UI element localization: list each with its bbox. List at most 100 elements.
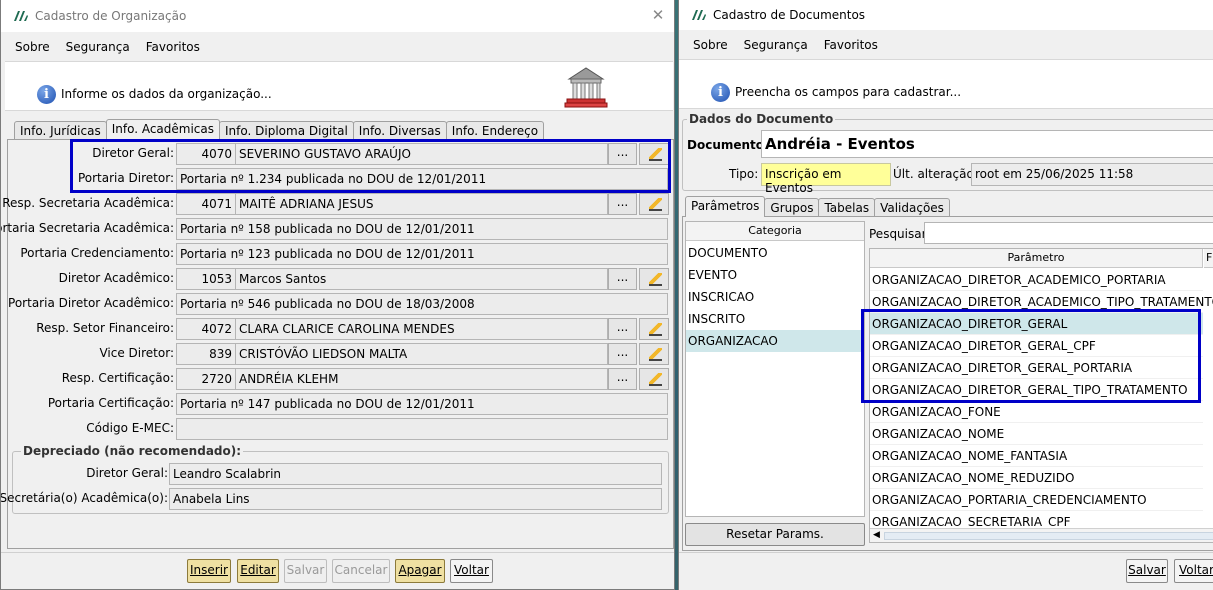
window-title: Cadastro de Organização xyxy=(35,9,187,23)
horizontal-scrollbar[interactable]: ◀ xyxy=(870,528,1213,542)
depreciado-diretor-field[interactable]: Leandro Scalabrin xyxy=(169,463,662,485)
row-portaria-secretaria: Portaria Secretaria Acadêmica: Portaria … xyxy=(1,218,673,240)
diretor-geral-name[interactable]: SEVERINO GUSTAVO ARAÚJO xyxy=(235,143,608,165)
pesquisar-input[interactable] xyxy=(924,222,1213,244)
diretor-academico-search-button[interactable]: ... xyxy=(608,268,637,290)
parametro-row[interactable]: ORGANIZACAO_NOME xyxy=(870,423,1203,445)
tab-info-endereco[interactable]: Info. Endereço xyxy=(445,121,545,140)
parametro-row[interactable]: ORGANIZACAO_DIRETOR_GERAL_PORTARIA xyxy=(870,357,1203,379)
diretor-academico-edit-icon[interactable] xyxy=(639,268,669,290)
vice-diretor-search-button[interactable]: ... xyxy=(608,343,637,365)
menu-sobre-2[interactable]: Sobre xyxy=(693,38,728,52)
tab-info-diploma-digital[interactable]: Info. Diploma Digital xyxy=(219,121,354,140)
dados-documento-group: Dados do Documento Documento: Andréia - … xyxy=(682,112,1213,195)
resp-certificacao-search-button[interactable]: ... xyxy=(608,368,637,390)
tab-grupos[interactable]: Grupos xyxy=(764,198,820,217)
resp-secretaria-code[interactable]: 4071 xyxy=(176,193,236,215)
categoria-item[interactable]: INSCRICAO xyxy=(686,286,864,308)
depreciado-secretaria-field[interactable]: Anabela Lins xyxy=(169,488,662,510)
portaria-certificacao-field[interactable]: Portaria nº 147 publicada no DOU de 12/0… xyxy=(176,393,668,415)
categoria-item[interactable]: DOCUMENTO xyxy=(686,242,864,264)
tab-parametros[interactable]: Parâmetros xyxy=(685,196,766,217)
voltar-button[interactable]: Voltar xyxy=(450,559,493,583)
parametro-row[interactable]: ORGANIZACAO_DIRETOR_ACADEMICO_PORTARIA xyxy=(870,269,1203,291)
portaria-secretaria-field[interactable]: Portaria nº 158 publicada no DOU de 12/0… xyxy=(176,218,668,240)
apagar-button[interactable]: Apagar xyxy=(395,559,445,583)
documento-field[interactable]: Andréia - Eventos xyxy=(761,130,1213,158)
scrollbar-thumb[interactable] xyxy=(884,532,1213,540)
row-resp-financeiro: Resp. Setor Financeiro: 4072 CLARA CLARI… xyxy=(8,318,673,340)
parametros-panel: Categoria DOCUMENTO EVENTO INSCRICAO INSCRI… xyxy=(682,216,1213,551)
parametro-row[interactable]: ORGANIZACAO_DIRETOR_GERAL_TIPO_TRATAMENT… xyxy=(870,379,1203,401)
close-icon[interactable]: ✕ xyxy=(651,8,665,23)
tab-tabelas[interactable]: Tabelas xyxy=(818,198,876,217)
resp-financeiro-edit-icon[interactable] xyxy=(639,318,669,340)
inserir-button[interactable]: Inserir xyxy=(187,559,231,583)
categoria-item[interactable]: ORGANIZACAO xyxy=(686,330,864,352)
depreciado-group: Depreciado (não recomendado): Diretor Ge… xyxy=(1,444,669,514)
vice-diretor-edit-icon[interactable] xyxy=(639,343,669,365)
resp-secretaria-edit-icon[interactable] xyxy=(639,193,669,215)
tab-info-juridicas[interactable]: Info. Jurídicas xyxy=(14,121,107,140)
resp-certificacao-name[interactable]: ANDRÉIA KLEHM xyxy=(235,368,608,390)
resp-certificacao-edit-icon[interactable] xyxy=(639,368,669,390)
menu-sobre[interactable]: Sobre xyxy=(15,40,50,54)
parametro-row[interactable]: ORGANIZACAO_FONE xyxy=(870,401,1203,423)
parametro-header: Parâmetro xyxy=(870,249,1203,268)
resp-certificacao-code[interactable]: 2720 xyxy=(176,368,236,390)
tab-info-academicas[interactable]: Info. Acadêmicas xyxy=(105,119,221,140)
tab-validacoes[interactable]: Validações xyxy=(874,198,950,217)
voltar-button-2[interactable]: Voltar xyxy=(1174,559,1213,583)
menu-favoritos[interactable]: Favoritos xyxy=(146,40,200,54)
portaria-diretor-academico-field[interactable]: Portaria nº 546 publicada no DOU de 18/0… xyxy=(176,293,668,315)
salvar-button-2[interactable]: Salvar xyxy=(1126,559,1168,583)
pesquisar-label: Pesquisar: xyxy=(869,227,931,241)
app-logo-icon xyxy=(13,10,29,22)
resp-secretaria-name[interactable]: MAITÊ ADRIANA JESUS xyxy=(235,193,608,215)
diretor-academico-code[interactable]: 1053 xyxy=(176,268,236,290)
editar-button[interactable]: Editar xyxy=(237,559,279,583)
title-bar: Cadastro de Organização ✕ xyxy=(1,0,674,32)
menu-seguranca-2[interactable]: Segurança xyxy=(744,38,808,52)
parametro-row[interactable]: ORGANIZACAO_DIRETOR_ACADEMICO_TIPO_TRATA… xyxy=(870,291,1213,313)
row-portaria-diretor: Portaria Diretor: Portaria nº 1.234 publ… xyxy=(8,168,673,190)
resp-secretaria-search-button[interactable]: ... xyxy=(608,193,637,215)
app-logo-icon xyxy=(691,9,707,21)
ultima-alteracao-label: Últ. alteração: xyxy=(893,167,978,181)
resp-financeiro-name[interactable]: CLARA CLARICE CAROLINA MENDES xyxy=(235,318,608,340)
vice-diretor-code[interactable]: 839 xyxy=(176,343,236,365)
label-resp-secretaria: Resp. Secretaria Acadêmica: xyxy=(2,196,174,210)
parametro-row[interactable]: ORGANIZACAO_DIRETOR_GERAL_CPF xyxy=(870,335,1203,357)
portaria-credenciamento-field[interactable]: Portaria nº 123 publicada no DOU de 12/0… xyxy=(176,243,668,265)
diretor-geral-search-button[interactable]: ... xyxy=(608,143,637,165)
diretor-geral-code[interactable]: 4070 xyxy=(176,143,236,165)
categoria-header: Categoria xyxy=(686,222,864,241)
row-vice-diretor: Vice Diretor: 839 CRISTÓVÃO LIEDSON MALT… xyxy=(8,343,673,365)
vice-diretor-name[interactable]: CRISTÓVÃO LIEDSON MALTA xyxy=(235,343,608,365)
menu-favoritos-2[interactable]: Favoritos xyxy=(824,38,878,52)
parametro-row[interactable]: ORGANIZACAO_PORTARIA_CREDENCIAMENTO xyxy=(870,489,1203,511)
label-portaria-diretor-academico: Portaria Diretor Acadêmico: xyxy=(8,296,174,310)
parametro-row[interactable]: ORGANIZACAO_NOME_REDUZIDO xyxy=(870,467,1203,489)
resp-financeiro-search-button[interactable]: ... xyxy=(608,318,637,340)
parametro-row[interactable]: ORGANIZACAO_NOME_FANTASIA xyxy=(870,445,1203,467)
row-portaria-certificacao: Portaria Certificação: Portaria nº 147 p… xyxy=(8,393,673,415)
cancelar-button[interactable]: Cancelar xyxy=(332,559,390,583)
resetar-params-button[interactable]: Resetar Params. xyxy=(685,523,865,546)
diretor-academico-name[interactable]: Marcos Santos xyxy=(235,268,608,290)
scroll-left-icon[interactable]: ◀ xyxy=(873,530,880,540)
menu-seguranca[interactable]: Segurança xyxy=(66,40,130,54)
diretor-geral-edit-icon[interactable] xyxy=(639,143,669,165)
tipo-field[interactable]: Inscrição em Eventos xyxy=(761,163,891,195)
tab-info-diversas[interactable]: Info. Diversas xyxy=(352,121,447,140)
label-vice-diretor: Vice Diretor: xyxy=(99,346,174,360)
categoria-item[interactable]: INSCRITO xyxy=(686,308,864,330)
parametro-row[interactable]: ORGANIZACAO_DIRETOR_GERAL xyxy=(870,313,1203,335)
portaria-diretor-field[interactable]: Portaria nº 1.234 publicada no DOU de 12… xyxy=(176,168,668,190)
info-icon: i xyxy=(37,85,56,104)
salvar-button[interactable]: Salvar xyxy=(284,559,327,583)
categoria-item[interactable]: EVENTO xyxy=(686,264,864,286)
building-icon xyxy=(561,65,611,109)
codigo-emec-field[interactable] xyxy=(176,418,668,440)
resp-financeiro-code[interactable]: 4072 xyxy=(176,318,236,340)
